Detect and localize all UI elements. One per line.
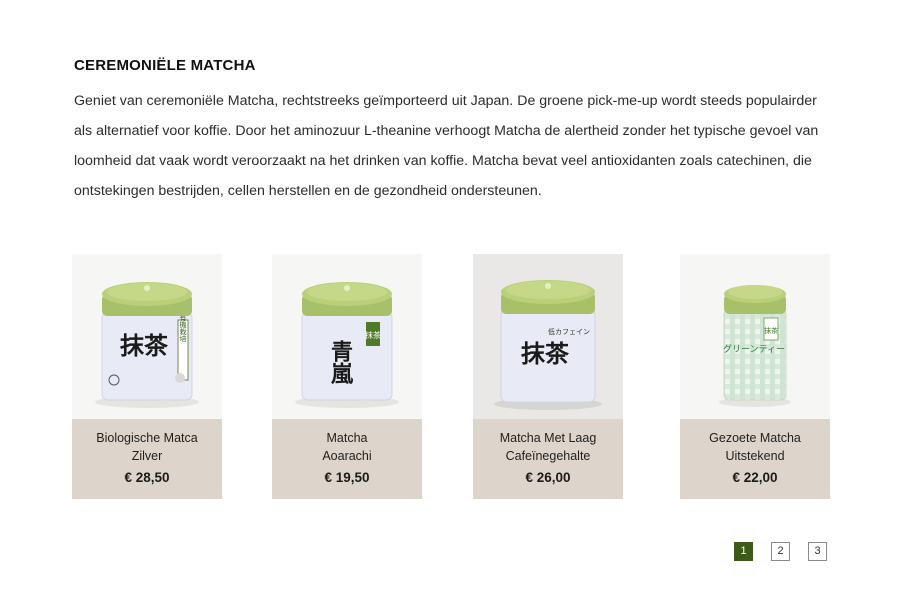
product-price: € 28,50 [124, 470, 170, 485]
product-info: Matcha Met Laag Cafeïnegehalte € 26,00 [473, 419, 623, 499]
tin-label-text: 青嵐 [327, 340, 353, 385]
product-price: € 19,50 [324, 470, 370, 485]
tin-side-text: 低カフェイン [548, 327, 590, 336]
page-button-1[interactable]: 1 [734, 542, 753, 561]
matcha-tin-sweetened-icon: 抹茶 グリーンティー [719, 285, 791, 407]
product-card[interactable]: 有機栽培 抹茶 Biologische Matca Zilver € 28,50 [72, 254, 222, 499]
page: CEREMONIËLE MATCHA Geniet van ceremoniël… [0, 0, 900, 600]
product-name[interactable]: Biologische Matca Zilver [72, 429, 222, 465]
page-button-3[interactable]: 3 [808, 542, 827, 561]
product-card[interactable]: 抹茶 グリーンティー Gezoete Matcha Uitstekend € 2… [680, 254, 830, 499]
product-price: € 26,00 [525, 470, 571, 485]
product-card[interactable]: 抹茶 青嵐 Matcha Aoarachi € 19,50 [272, 254, 422, 499]
product-card[interactable]: 低カフェイン 抹茶 Matcha Met Laag Cafeïnegehalte… [473, 254, 623, 499]
tin-side-text: 有機栽培 [179, 313, 187, 343]
product-name[interactable]: Gezoete Matcha Uitstekend [680, 429, 830, 465]
product-info: Gezoete Matcha Uitstekend € 22,00 [680, 419, 830, 499]
product-name[interactable]: Matcha Met Laag Cafeïnegehalte [473, 429, 623, 465]
product-image[interactable]: 抹茶 グリーンティー [680, 254, 830, 419]
product-price: € 22,00 [732, 470, 778, 485]
product-image[interactable]: 低カフェイン 抹茶 [473, 254, 623, 419]
section-description: Geniet van ceremoniële Matcha, rechtstre… [74, 93, 819, 199]
page-button-2[interactable]: 2 [771, 542, 790, 561]
section-title: CEREMONIËLE MATCHA [74, 57, 256, 74]
product-image[interactable]: 抹茶 青嵐 [272, 254, 422, 419]
matcha-tin-low-caffeine-icon: 低カフェイン 抹茶 [494, 280, 602, 410]
tin-side-text: 抹茶 [365, 330, 381, 340]
tin-label-text: グリーンティー [723, 343, 785, 355]
tin-label-text: 抹茶 [521, 339, 570, 368]
matcha-tin-aoarashi-icon: 抹茶 青嵐 [295, 282, 399, 408]
intro-section: CEREMONIËLE MATCHA Geniet van ceremoniël… [74, 56, 834, 206]
product-name[interactable]: Matcha Aoarachi [272, 429, 422, 465]
product-grid: 有機栽培 抹茶 Biologische Matca Zilver € 28,50 [0, 254, 900, 499]
product-info: Matcha Aoarachi € 19,50 [272, 419, 422, 499]
matcha-tin-organic-icon: 有機栽培 抹茶 [95, 282, 199, 408]
tin-side-text: 抹茶 [764, 326, 778, 335]
product-image[interactable]: 有機栽培 抹茶 [72, 254, 222, 419]
tin-label-text: 抹茶 [120, 331, 169, 360]
product-info: Biologische Matca Zilver € 28,50 [72, 419, 222, 499]
